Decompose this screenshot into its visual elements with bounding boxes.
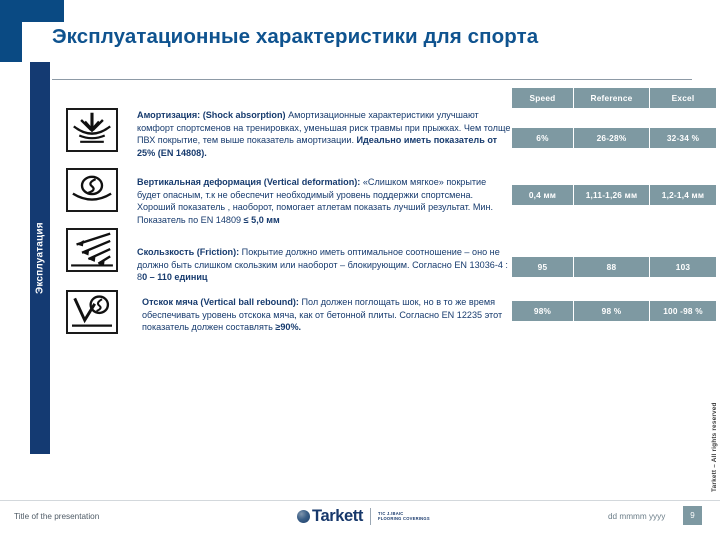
cell-rebound-speed: 98% [512,301,574,321]
shock-absorption-paragraph: Амортизация: (Shock absorption) Амортиза… [137,109,512,159]
cell-vdef-speed: 0,4 мм [512,185,574,205]
friction-icon [66,228,118,272]
ball-rebound-emphasis: ≥90%. [275,322,302,333]
logo-tagline: T!C J.!BAIC FLOORING COVERINGS [378,511,430,522]
vertical-deformation-heading: Вертикальная деформация (Vertical deform… [137,177,361,187]
ball-rebound-paragraph: Отскок мяча (Vertical ball rebound): Пол… [142,296,517,334]
table-row: 98% 98 % 100 -98 % [512,301,716,321]
cell-shock-speed: 6% [512,128,574,148]
cell-vdef-reference: 1,11-1,26 мм [574,185,650,205]
shock-absorption-icon [66,108,118,152]
friction-emphasis: 0 – 110 единиц [142,272,208,283]
logo-divider [370,507,371,525]
ball-rebound-icon [66,290,118,334]
cell-friction-reference: 88 [574,257,650,277]
table-header-speed: Speed [512,88,574,108]
logo-tagline-line2: FLOORING COVERINGS [378,516,430,521]
table-row: 6% 26-28% 32-34 % [512,128,716,148]
footer-date: dd mmmm yyyy [608,512,666,521]
logo-wordmark: Tarkett [312,507,363,525]
table-row: 0,4 мм 1,11-1,26 мм 1,2-1,4 мм [512,185,716,205]
table-row: 95 88 103 [512,257,716,277]
tarkett-logo: Tarkett T!C J.!BAIC FLOORING COVERINGS [297,505,430,527]
ball-rebound-heading: Отскок мяча (Vertical ball rebound): [142,297,299,307]
cell-vdef-excel: 1,2-1,4 мм [650,185,716,205]
page-title: Эксплуатационные характеристики для спор… [52,25,539,48]
section-tab-label: Эксплуатация [34,222,46,294]
vertical-deformation-icon [66,168,118,212]
table-header-excel: Excel [650,88,716,108]
cell-friction-excel: 103 [650,257,716,277]
copyright-text: Tarkett – All rights reserved [711,402,718,492]
slide-canvas: Эксплуатация Эксплуатационные характерис… [0,0,720,540]
cell-shock-excel: 32-34 % [650,128,716,148]
vertical-deformation-emphasis: ≤ 5,0 мм [243,214,280,225]
shock-absorption-heading: Амортизация: (Shock absorption) [137,110,286,120]
cell-rebound-excel: 100 -98 % [650,301,716,321]
page-number-badge: 9 [683,506,702,525]
footer-presentation-title: Title of the presentation [14,512,100,521]
friction-heading: Скользкость (Friction): [137,247,240,257]
vertical-deformation-paragraph: Вертикальная деформация (Vertical deform… [137,176,512,226]
footer-divider [0,500,720,501]
title-underline [52,79,692,80]
globe-icon [297,509,310,523]
table-header-reference: Reference [574,88,650,108]
cell-friction-speed: 95 [512,257,574,277]
table-header-row: Speed Reference Excel [512,88,716,108]
friction-paragraph: Скользкость (Friction): Покрытие должно … [137,246,512,284]
cell-shock-reference: 26-28% [574,128,650,148]
cell-rebound-reference: 98 % [574,301,650,321]
